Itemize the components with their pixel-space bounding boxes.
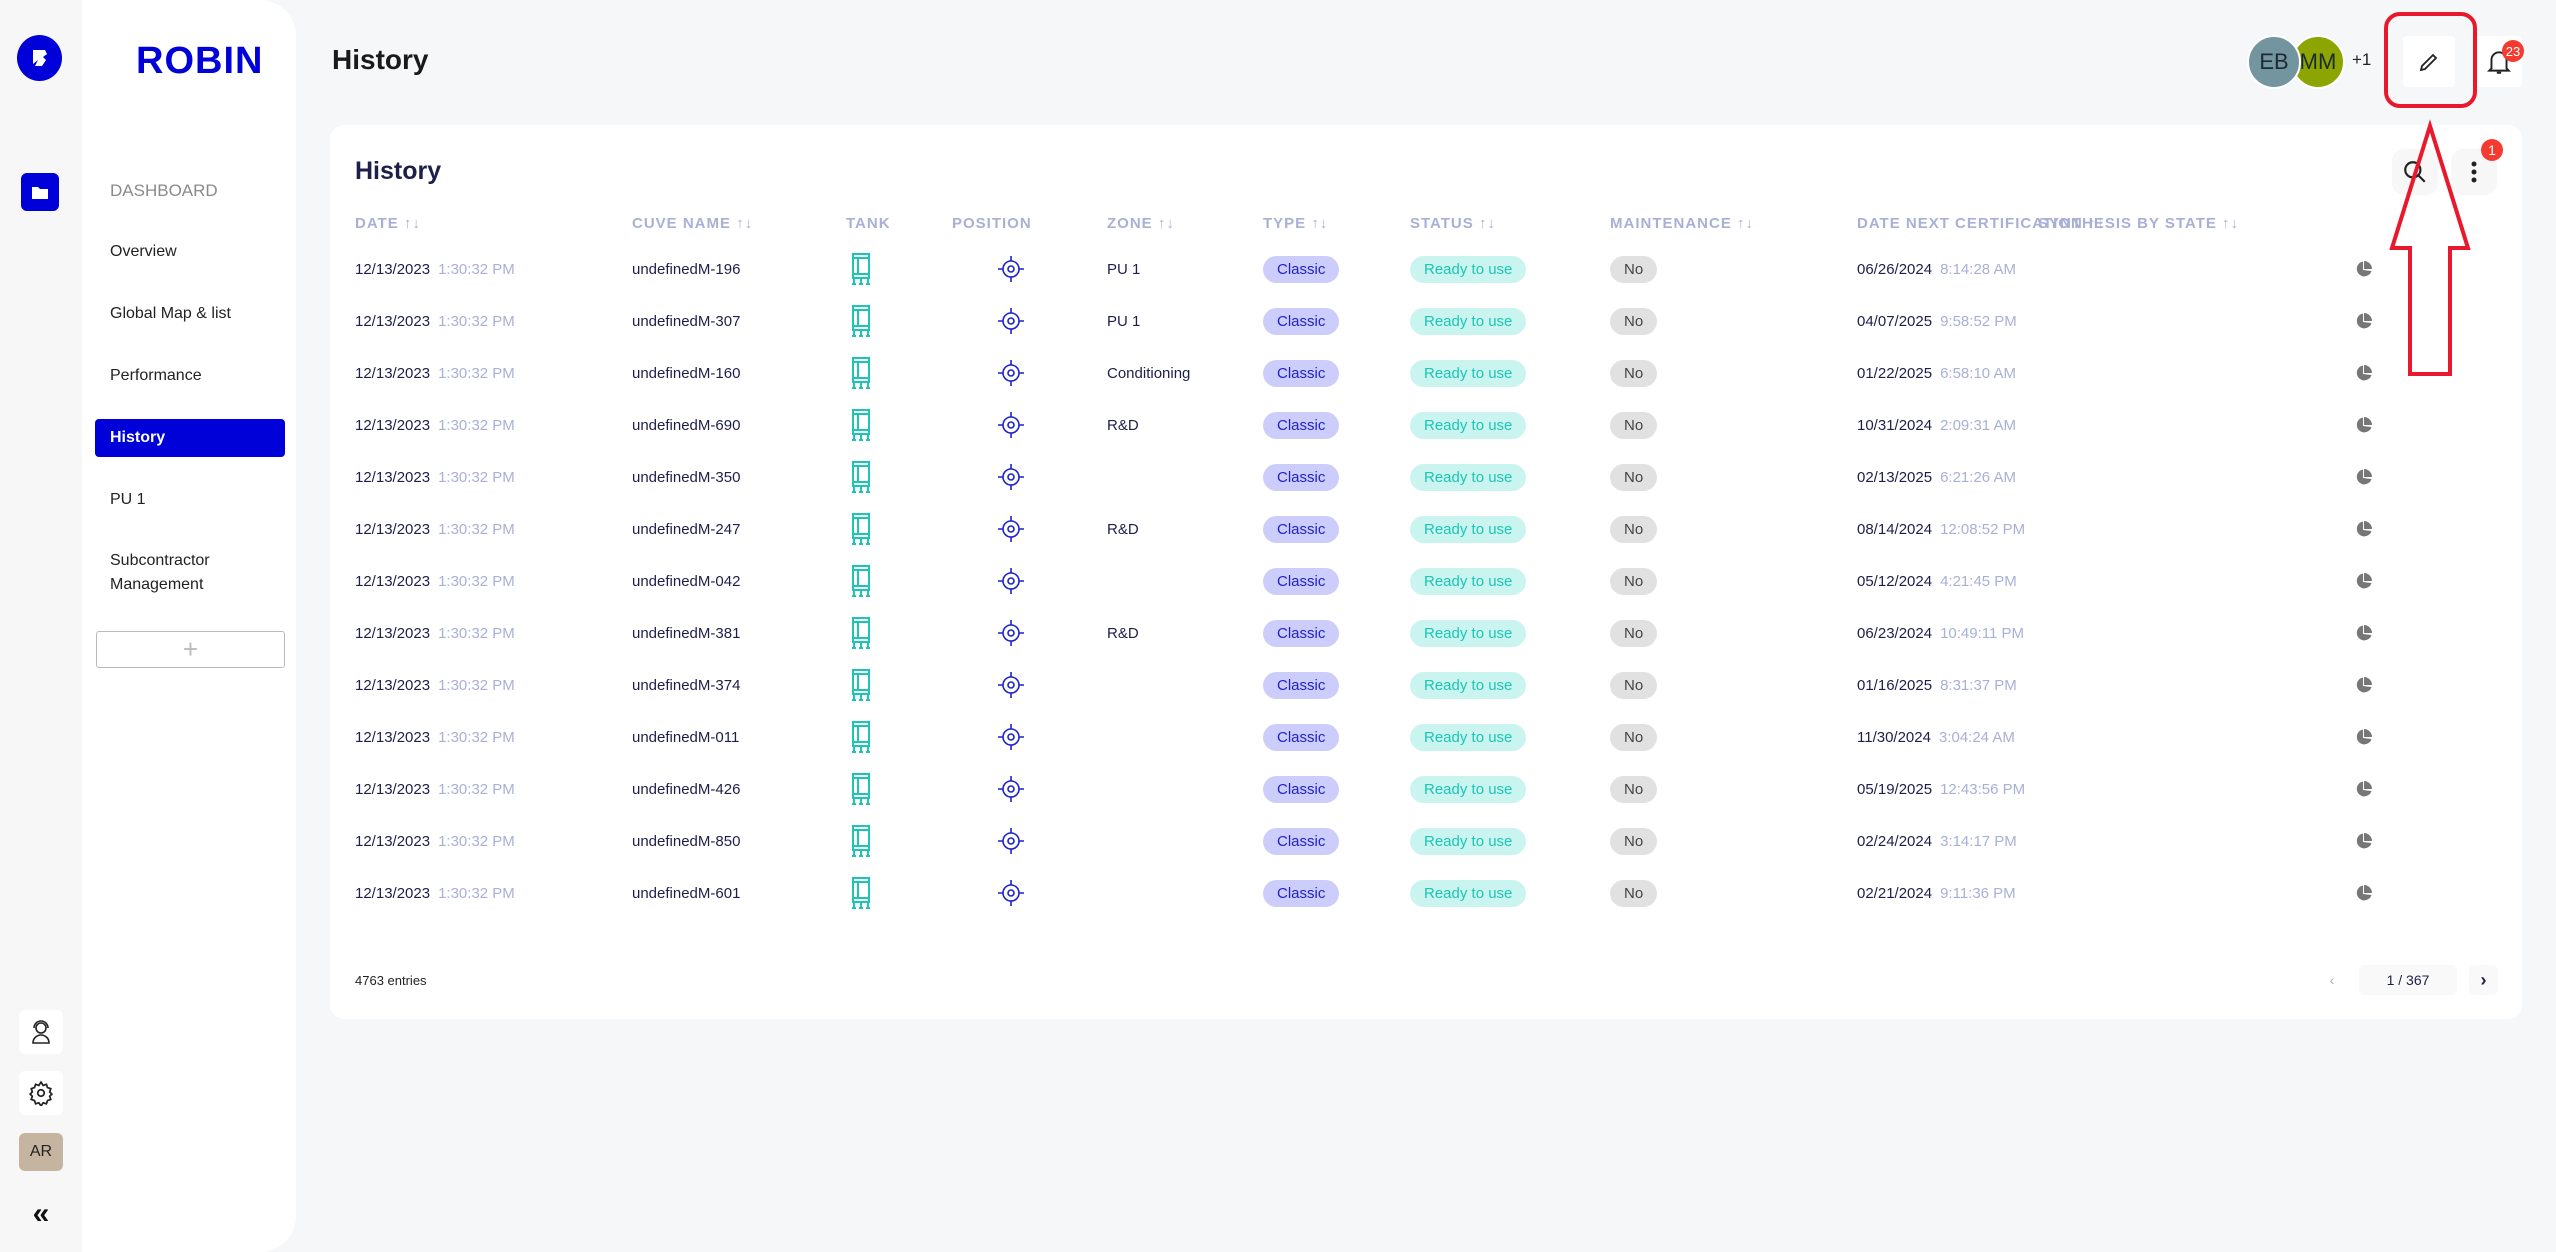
annotation-arrow [2389,119,2471,376]
annotation-overlay [2384,12,2477,376]
annotation-highlight-box [2384,12,2477,108]
user-avatar-eb[interactable]: EB [2247,35,2301,89]
